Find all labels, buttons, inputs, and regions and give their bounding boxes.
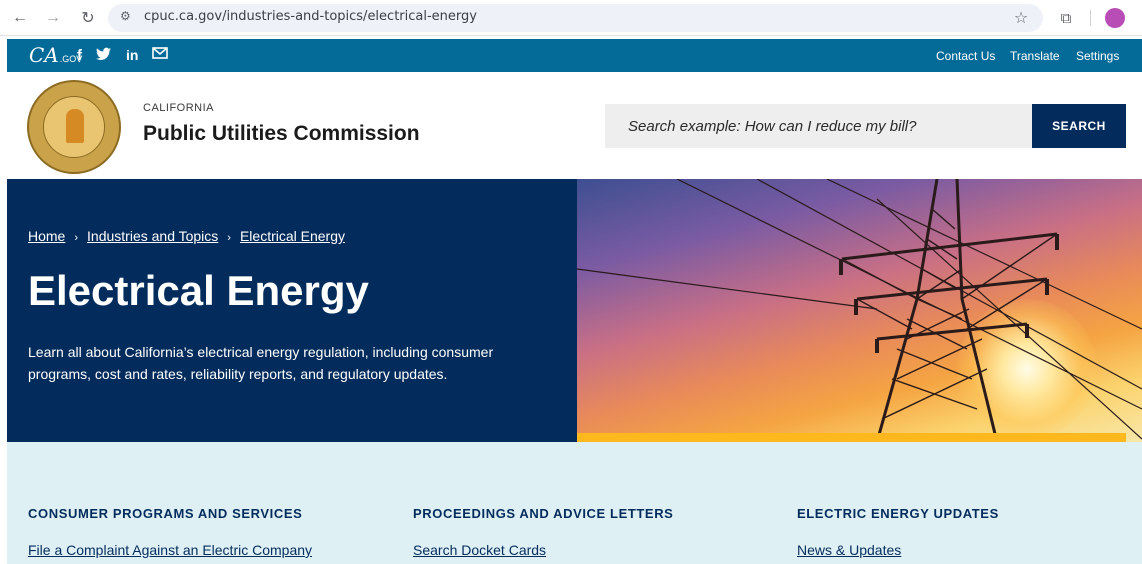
seal-center bbox=[43, 96, 105, 158]
news-updates-link[interactable]: News & Updates bbox=[797, 542, 901, 558]
breadcrumb-chevron-icon: › bbox=[74, 232, 79, 244]
toolbar-divider bbox=[1090, 10, 1091, 26]
cpuc-seal-logo[interactable] bbox=[27, 80, 121, 174]
hero-panel: Home › Industries and Topics › Electrical En… bbox=[7, 179, 577, 442]
breadcrumb-industries-topics[interactable]: Industries and Topics bbox=[87, 228, 218, 244]
consumer-programs-heading: CONSUMER PROGRAMS AND SERVICES bbox=[28, 506, 303, 521]
contact-us-link[interactable]: Contact Us bbox=[936, 49, 995, 63]
breadcrumb: Home › Industries and Topics › Electrical En… bbox=[28, 228, 345, 244]
search-docket-cards-link[interactable]: Search Docket Cards bbox=[413, 542, 546, 558]
proceedings-heading: PROCEEDINGS AND ADVICE LETTERS bbox=[413, 506, 674, 521]
reload-icon[interactable]: ↻ bbox=[76, 6, 100, 30]
settings-link[interactable]: Settings bbox=[1076, 49, 1119, 63]
extensions-icon[interactable]: ⧉ bbox=[1055, 6, 1077, 30]
energy-updates-heading: ELECTRIC ENERGY UPDATES bbox=[797, 506, 999, 521]
bookmark-star-icon[interactable]: ☆ bbox=[1010, 6, 1032, 30]
profile-avatar[interactable] bbox=[1105, 8, 1125, 28]
breadcrumb-electrical-energy[interactable]: Electrical Energy bbox=[240, 228, 345, 244]
breadcrumb-chevron-icon: › bbox=[227, 232, 231, 244]
twitter-icon[interactable] bbox=[96, 47, 111, 65]
page-title: Electrical Energy bbox=[28, 267, 369, 314]
agency-state-label: CALIFORNIA bbox=[143, 102, 215, 114]
ca-gov-logo[interactable]: CA.GOV bbox=[29, 43, 82, 67]
agency-name[interactable]: Public Utilities Commission bbox=[143, 122, 420, 146]
ca-gov-logo-mark: CA bbox=[29, 43, 59, 67]
site-info-icon[interactable]: ⚙ bbox=[120, 9, 138, 27]
translate-link[interactable]: Translate bbox=[1010, 49, 1060, 63]
browser-toolbar: ← → ↻ ⚙ cpuc.ca.gov/industries-and-topic… bbox=[0, 0, 1142, 36]
breadcrumb-home[interactable]: Home bbox=[28, 228, 65, 244]
search-input[interactable] bbox=[605, 104, 1032, 148]
utility-bar: CA.GOV f in Contact Us Translate Setting… bbox=[7, 39, 1142, 72]
linkedin-icon[interactable]: in bbox=[126, 47, 138, 63]
power-tower-hero-image bbox=[577, 179, 1142, 442]
search-button[interactable]: SEARCH bbox=[1032, 104, 1126, 148]
transmission-tower-graphic bbox=[577, 179, 1142, 442]
facebook-icon[interactable]: f bbox=[77, 47, 82, 64]
email-icon[interactable] bbox=[152, 46, 168, 64]
hero-description: Learn all about California’s electrical … bbox=[28, 344, 494, 382]
url-text[interactable]: cpuc.ca.gov/industries-and-topics/electr… bbox=[144, 9, 477, 24]
accent-strip bbox=[577, 433, 1126, 442]
back-arrow-icon[interactable]: ← bbox=[8, 6, 32, 30]
forward-arrow-icon[interactable]: → bbox=[41, 6, 65, 30]
file-complaint-link[interactable]: File a Complaint Against an Electric Com… bbox=[28, 542, 312, 558]
